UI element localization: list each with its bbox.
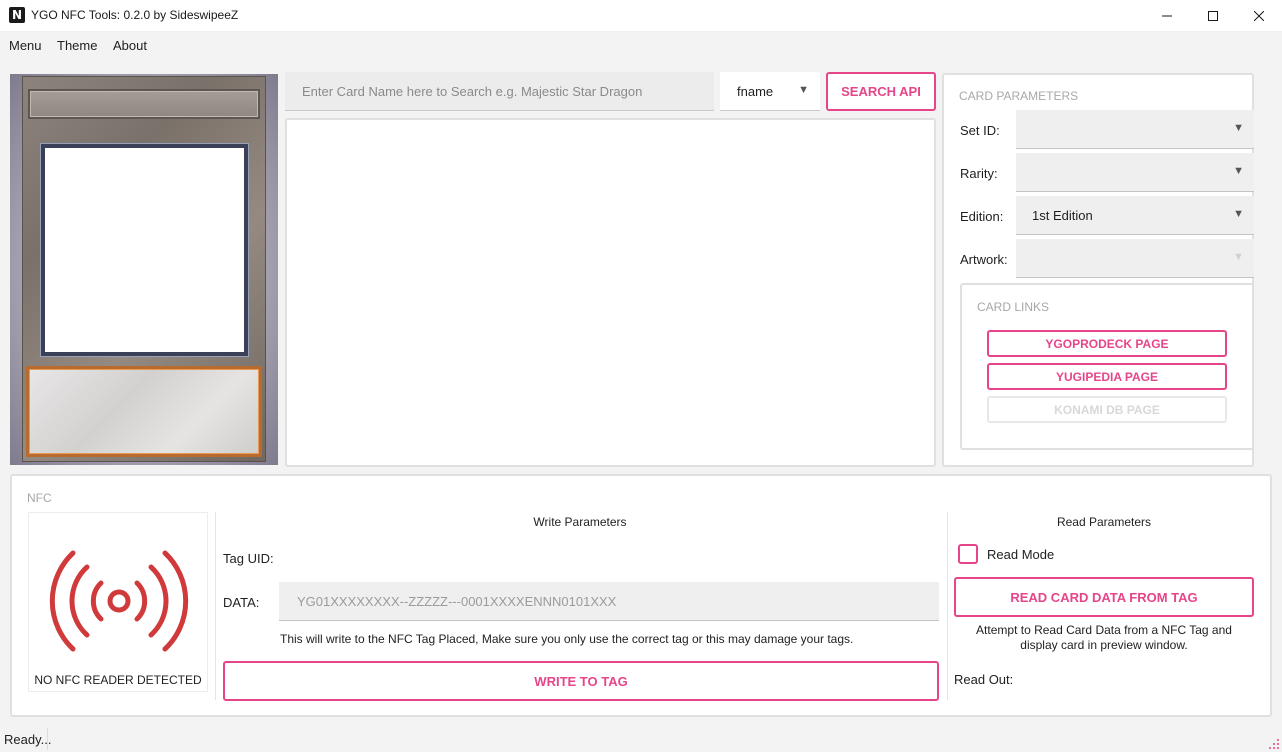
konami-db-page-button[interactable]: KONAMI DB PAGE	[987, 396, 1227, 423]
nfc-reader-status: NO NFC READER DETECTED	[28, 512, 208, 692]
ygoprodeck-page-button[interactable]: YGOPRODECK PAGE	[987, 330, 1227, 357]
search-type-select[interactable]: fname ▼	[720, 72, 820, 111]
card-template	[22, 76, 266, 462]
menu-bar	[0, 32, 1282, 60]
read-description-line-2: display card in preview window.	[1020, 638, 1188, 652]
artwork-select[interactable]: ▼	[1016, 239, 1254, 278]
resize-grip-icon[interactable]	[1264, 734, 1280, 750]
chevron-down-icon: ▼	[798, 84, 809, 96]
card-parameters-title: CARD PARAMETERS	[959, 89, 1079, 103]
divider	[215, 512, 216, 700]
tag-uid-label: Tag UID:	[223, 551, 274, 566]
chevron-down-icon: ▼	[1233, 122, 1244, 134]
close-button[interactable]	[1236, 0, 1282, 32]
card-links-title: CARD LINKS	[977, 300, 1050, 314]
rarity-label: Rarity:	[960, 166, 998, 181]
nfc-signal-icon	[49, 550, 189, 652]
edition-select[interactable]: 1st Edition ▼	[1016, 196, 1254, 235]
edition-label: Edition:	[960, 209, 1004, 224]
read-parameters-title: Read Parameters	[1056, 515, 1152, 529]
maximize-button[interactable]	[1190, 0, 1236, 32]
divider	[947, 512, 948, 700]
chevron-down-icon: ▼	[1233, 208, 1244, 220]
card-search-input[interactable]: Enter Card Name here to Search e.g. Maje…	[285, 72, 714, 111]
menu-item-about[interactable]: About	[113, 38, 147, 53]
search-api-button[interactable]: SEARCH API	[826, 72, 936, 111]
nfc-status-text: NO NFC READER DETECTED	[34, 673, 202, 687]
nfc-title: NFC	[27, 491, 52, 505]
set-id-select[interactable]: ▼	[1016, 110, 1254, 149]
window-title: YGO NFC Tools: 0.2.0 by SideswipeeZ	[31, 8, 239, 22]
write-parameters-title: Write Parameters	[533, 515, 627, 529]
yugipedia-page-button[interactable]: YUGIPEDIA PAGE	[987, 363, 1227, 390]
card-preview	[10, 74, 278, 465]
write-warning-text: This will write to the NFC Tag Placed, M…	[280, 632, 854, 646]
write-to-tag-button[interactable]: WRITE TO TAG	[223, 661, 939, 701]
card-artwork	[41, 144, 248, 356]
chevron-down-icon: ▼	[1233, 251, 1244, 263]
chevron-down-icon: ▼	[1233, 165, 1244, 177]
artwork-label: Artwork:	[960, 252, 1008, 267]
read-mode-label: Read Mode	[987, 547, 1055, 562]
read-description-line-1: Attempt to Read Card Data from a NFC Tag…	[976, 623, 1232, 637]
maximize-icon	[1208, 11, 1218, 21]
minimize-button[interactable]	[1144, 0, 1190, 32]
app-logo-icon: N	[9, 7, 25, 23]
tag-data-input[interactable]: YG01XXXXXXXX--ZZZZZ---0001XXXXENNN0101XX…	[279, 582, 939, 621]
search-results-list[interactable]	[285, 118, 936, 467]
menu-item-menu[interactable]: Menu	[9, 38, 42, 53]
set-id-label: Set ID:	[960, 123, 1000, 138]
status-text: Ready...	[4, 732, 52, 747]
card-name-bar	[28, 89, 260, 119]
card-text-box	[26, 366, 262, 457]
read-card-data-button[interactable]: READ CARD DATA FROM TAG	[954, 577, 1254, 617]
edition-value: 1st Edition	[1032, 207, 1093, 223]
divider	[47, 728, 48, 750]
minimize-icon	[1162, 15, 1172, 17]
search-type-value: fname	[737, 83, 774, 99]
menu-item-theme[interactable]: Theme	[57, 38, 97, 53]
close-icon	[1254, 11, 1264, 21]
data-label: DATA:	[223, 595, 260, 610]
rarity-select[interactable]: ▼	[1016, 153, 1254, 192]
read-mode-checkbox[interactable]	[958, 544, 978, 564]
status-bar	[0, 728, 1282, 752]
read-out-label: Read Out:	[954, 672, 1014, 687]
